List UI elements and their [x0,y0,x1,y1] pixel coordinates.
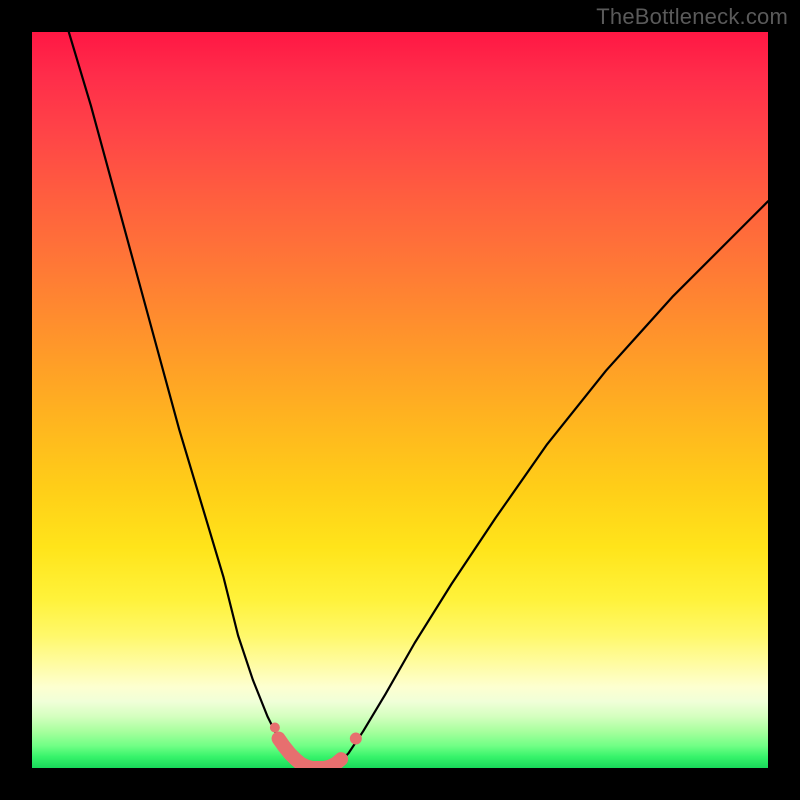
bottleneck-v-curve [69,32,768,768]
watermark-text: TheBottleneck.com [596,4,788,30]
curve-layer [32,32,768,768]
gradient-plot-area [32,32,768,768]
highlight-valley-segment [279,739,342,768]
highlight-dot [350,733,362,745]
highlight-dot [270,723,280,733]
chart-frame: TheBottleneck.com [0,0,800,800]
